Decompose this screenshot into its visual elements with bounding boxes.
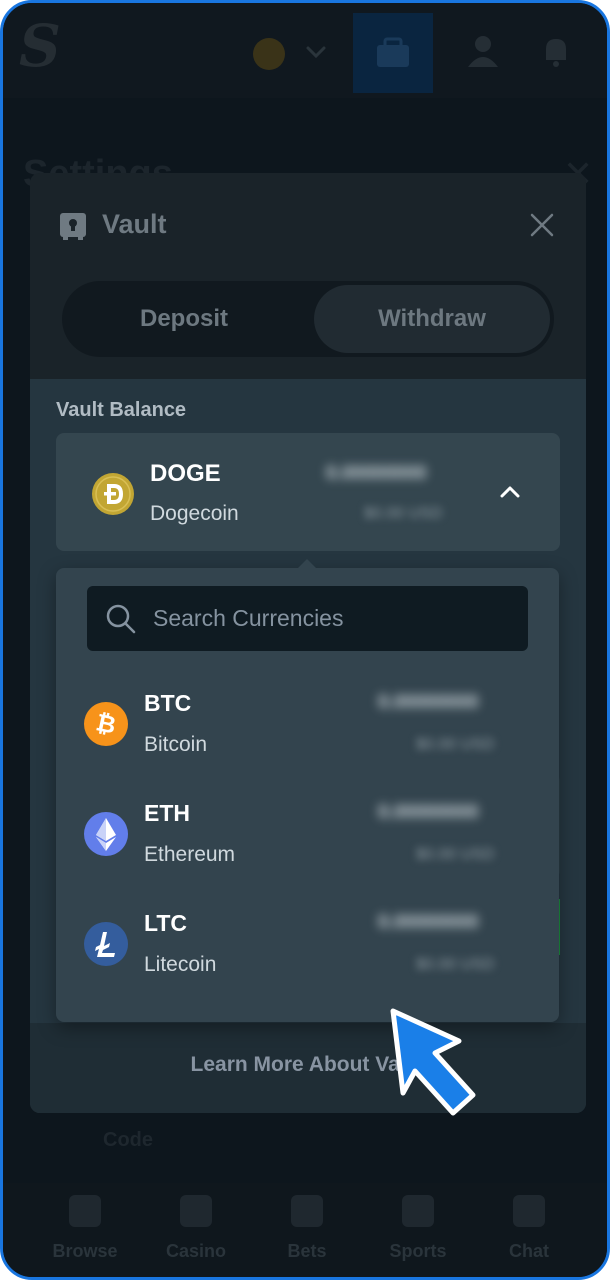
pointer-cursor-icon: [390, 1008, 476, 1116]
search-input[interactable]: [153, 586, 513, 651]
currency-name: Bitcoin: [144, 733, 208, 756]
sports-icon: [402, 1195, 434, 1227]
vault-tabs: Deposit Withdraw: [62, 281, 554, 357]
bottom-nav: Browse Casino Bets Sports Chat: [3, 1183, 607, 1277]
browse-icon: [69, 1195, 101, 1227]
bets-icon: [291, 1195, 323, 1227]
phone-frame: S Settings ✕ Code Browse Casino Bets Spo…: [0, 0, 610, 1280]
tab-deposit[interactable]: Deposit: [66, 285, 302, 353]
nav-chat[interactable]: Chat: [479, 1195, 579, 1262]
chat-icon: [513, 1195, 545, 1227]
wallet-button[interactable]: [353, 13, 433, 93]
selected-currency-name: Dogecoin: [150, 502, 239, 525]
selected-balance-usd: $0.00 USD: [364, 505, 443, 522]
nav-chat-label: Chat: [509, 1241, 549, 1261]
nav-bets-label: Bets: [287, 1241, 327, 1261]
dogecoin-icon: [92, 473, 134, 515]
currency-usd: $0.00 USD: [416, 736, 495, 753]
code-label: Code: [103, 1129, 153, 1151]
search-icon: [106, 604, 136, 634]
wallet-icon: [377, 37, 409, 67]
vault-balance-label: Vault Balance: [56, 399, 187, 421]
user-icon[interactable]: [465, 33, 501, 69]
selected-currency-code: DOGE: [150, 460, 221, 487]
currency-usd: $0.00 USD: [416, 956, 495, 973]
nav-sports-label: Sports: [389, 1241, 447, 1261]
close-icon[interactable]: [526, 209, 558, 241]
currency-code: BTC: [144, 690, 192, 716]
dropdown-notch: [298, 559, 316, 568]
chevron-down-icon[interactable]: [303, 39, 329, 65]
bitcoin-icon: ₿: [84, 702, 128, 746]
litecoin-icon: [84, 922, 128, 966]
app-logo[interactable]: S: [19, 17, 61, 75]
nav-casino-label: Casino: [165, 1241, 226, 1261]
nav-sports[interactable]: Sports: [368, 1195, 468, 1262]
currency-amount: 0.00000000: [378, 802, 479, 823]
currency-option-eth[interactable]: ETH Ethereum 0.00000000 $0.00 USD: [56, 788, 559, 898]
currency-dropdown: ₿ BTC Bitcoin 0.00000000 $0.00 USD ETH E…: [56, 559, 559, 1022]
currency-amount: 0.00000000: [378, 912, 479, 933]
top-bar: S: [3, 3, 607, 98]
bell-icon[interactable]: [538, 33, 574, 69]
vault-lock-icon: [60, 213, 86, 240]
learn-more-link[interactable]: Learn More About Vault: [30, 1053, 586, 1077]
currency-code: LTC: [144, 910, 188, 936]
selected-balance-amount: 0.00000000: [326, 463, 427, 484]
currency-amount: 0.00000000: [378, 692, 479, 713]
nav-casino[interactable]: Casino: [146, 1195, 246, 1262]
currency-option-btc[interactable]: ₿ BTC Bitcoin 0.00000000 $0.00 USD: [56, 678, 559, 788]
currency-usd: $0.00 USD: [416, 846, 495, 863]
nav-browse[interactable]: Browse: [35, 1195, 135, 1262]
chevron-up-icon[interactable]: [496, 481, 524, 503]
ethereum-icon: [84, 812, 128, 856]
currency-selector[interactable]: DOGE Dogecoin 0.00000000 $0.00 USD: [56, 433, 560, 551]
currency-code: ETH: [144, 800, 190, 826]
casino-icon: [180, 1195, 212, 1227]
currency-name: Ethereum: [144, 843, 236, 866]
balance-coin-icon[interactable]: [253, 38, 285, 70]
search-box[interactable]: [87, 586, 528, 651]
nav-browse-label: Browse: [52, 1241, 118, 1261]
currency-name: Litecoin: [144, 953, 217, 976]
nav-bets[interactable]: Bets: [257, 1195, 357, 1262]
currency-option-ltc[interactable]: LTC Litecoin 0.00000000 $0.00 USD: [56, 898, 559, 1008]
tab-withdraw[interactable]: Withdraw: [314, 285, 550, 353]
vault-header: Vault Deposit Withdraw: [30, 173, 586, 379]
vault-footer: Learn More About Vault: [30, 1023, 586, 1113]
vault-title: Vault: [102, 209, 167, 239]
